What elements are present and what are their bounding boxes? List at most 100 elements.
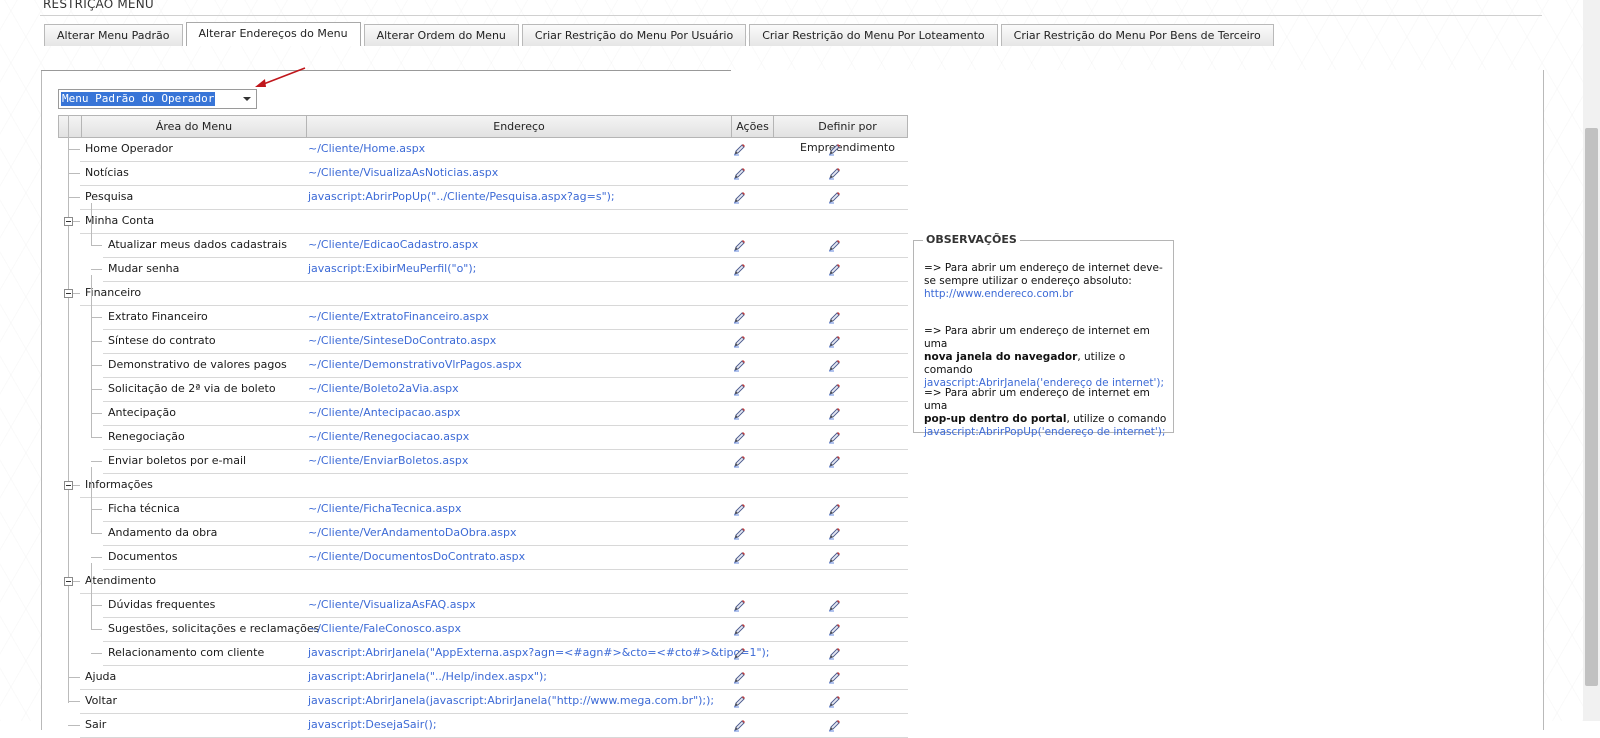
define-by-project-pencil-icon[interactable] (828, 527, 841, 540)
note1-text: => Para abrir um endereço de internet de… (924, 262, 1163, 287)
tree-line (91, 341, 102, 342)
edit-pencil-icon[interactable] (733, 239, 746, 252)
menu-address-link[interactable]: ~/Cliente/DocumentosDoContrato.aspx (308, 546, 525, 570)
menu-address-link[interactable]: javascript:ExibirMeuPerfil("o"); (308, 258, 476, 282)
menu-address-link[interactable]: ~/Cliente/EdicaoCadastro.aspx (308, 234, 478, 258)
collapse-icon[interactable] (64, 577, 73, 586)
edit-pencil-icon[interactable] (733, 335, 746, 348)
define-by-project-pencil-icon[interactable] (828, 359, 841, 372)
edit-pencil-icon[interactable] (733, 671, 746, 684)
menu-select-dropdown[interactable]: Menu Padrão do Operador (58, 89, 257, 109)
collapse-icon[interactable] (64, 481, 73, 490)
define-by-project-pencil-icon[interactable] (828, 263, 841, 276)
define-by-project-pencil-icon[interactable] (828, 599, 841, 612)
define-by-project-pencil-icon[interactable] (828, 143, 841, 156)
observations-title: OBSERVAÇÕES (923, 233, 1020, 246)
tree-line (91, 461, 102, 462)
edit-pencil-icon[interactable] (733, 623, 746, 636)
menu-address-grid: Área do Menu Endereço Ações Definir por … (58, 115, 908, 738)
table-row: Home Operador ~/Cliente/Home.aspx (58, 138, 908, 162)
menu-address-link[interactable]: javascript:AbrirJanela("../Help/index.as… (308, 666, 547, 690)
edit-pencil-icon[interactable] (733, 599, 746, 612)
menu-address-link[interactable]: ~/Cliente/FaleConosco.aspx (308, 618, 461, 642)
edit-pencil-icon[interactable] (733, 431, 746, 444)
menu-address-link[interactable]: ~/Cliente/ExtratoFinanceiro.aspx (308, 306, 489, 330)
menu-area-label: Enviar boletos por e-mail (108, 454, 247, 467)
observation-note-2: => Para abrir um endereço de internet em… (924, 325, 1169, 390)
define-by-project-pencil-icon[interactable] (828, 239, 841, 252)
page-title: RESTRIÇÃO MENU (43, 0, 154, 11)
collapse-icon[interactable] (64, 289, 73, 298)
tree-line (91, 653, 102, 654)
menu-address-link[interactable]: ~/Cliente/VisualizaAsFAQ.aspx (308, 594, 476, 618)
tree-line (91, 533, 102, 534)
tree-line (68, 197, 80, 198)
table-row: Solicitação de 2ª via de boleto ~/Cliente… (58, 378, 908, 402)
tab-alterar-menu-padrao[interactable]: Alterar Menu Padrão (44, 24, 183, 46)
edit-pencil-icon[interactable] (733, 455, 746, 468)
grid-header: Área do Menu Endereço Ações Definir por … (58, 115, 908, 154)
edit-pencil-icon[interactable] (733, 551, 746, 564)
edit-pencil-icon[interactable] (733, 647, 746, 660)
vertical-scrollbar[interactable] (1583, 0, 1600, 721)
tab-alterar-ordem-do-menu[interactable]: Alterar Ordem do Menu (363, 24, 519, 46)
edit-pencil-icon[interactable] (733, 143, 746, 156)
menu-address-link[interactable]: ~/Cliente/DemonstrativoVlrPagos.aspx (308, 354, 522, 378)
define-by-project-pencil-icon[interactable] (828, 623, 841, 636)
edit-pencil-icon[interactable] (733, 167, 746, 180)
scrollbar-thumb[interactable] (1585, 128, 1598, 686)
edit-pencil-icon[interactable] (733, 359, 746, 372)
menu-address-link[interactable]: ~/Cliente/FichaTecnica.aspx (308, 498, 462, 522)
tab-alterar-enderecos-do-menu[interactable]: Alterar Endereços do Menu (185, 22, 361, 46)
edit-pencil-icon[interactable] (733, 695, 746, 708)
tab-restricao-por-loteamento[interactable]: Criar Restrição do Menu Por Loteamento (749, 24, 998, 46)
menu-address-link[interactable]: javascript:DesejaSair(); (308, 714, 437, 738)
menu-area-label: Minha Conta (85, 214, 155, 227)
menu-address-link[interactable]: ~/Cliente/SinteseDoContrato.aspx (308, 330, 496, 354)
collapse-icon[interactable] (64, 217, 73, 226)
edit-pencil-icon[interactable] (733, 383, 746, 396)
menu-address-link[interactable]: ~/Cliente/EnviarBoletos.aspx (308, 450, 468, 474)
menu-address-link[interactable]: ~/Cliente/Boleto2aVia.aspx (308, 378, 459, 402)
define-by-project-pencil-icon[interactable] (828, 407, 841, 420)
tree-line (68, 173, 80, 174)
define-by-project-pencil-icon[interactable] (828, 335, 841, 348)
edit-pencil-icon[interactable] (733, 407, 746, 420)
tree-line (91, 437, 102, 438)
tab-restricao-por-bens-de-terceiro[interactable]: Criar Restrição do Menu Por Bens de Terc… (1000, 24, 1274, 46)
menu-address-link[interactable]: ~/Cliente/Home.aspx (308, 138, 425, 162)
edit-pencil-icon[interactable] (733, 191, 746, 204)
menu-address-link[interactable]: javascript:AbrirPopUp("../Cliente/Pesqui… (308, 186, 615, 210)
menu-area-label: Relacionamento com cliente (108, 646, 265, 659)
define-by-project-pencil-icon[interactable] (828, 311, 841, 324)
define-by-project-pencil-icon[interactable] (828, 191, 841, 204)
table-row: Antecipação ~/Cliente/Antecipacao.aspx (58, 402, 908, 426)
define-by-project-pencil-icon[interactable] (828, 671, 841, 684)
define-by-project-pencil-icon[interactable] (828, 431, 841, 444)
menu-address-link[interactable]: javascript:AbrirJanela(javascript:AbrirJ… (308, 690, 714, 714)
menu-address-link[interactable]: ~/Cliente/Antecipacao.aspx (308, 402, 460, 426)
tab-restricao-por-usuario[interactable]: Criar Restrição do Menu Por Usuário (521, 24, 747, 46)
edit-pencil-icon[interactable] (733, 311, 746, 324)
menu-address-link[interactable]: javascript:AbrirJanela("AppExterna.aspx?… (308, 642, 770, 666)
menu-address-link[interactable]: ~/Cliente/Renegociacao.aspx (308, 426, 469, 450)
define-by-project-pencil-icon[interactable] (828, 455, 841, 468)
menu-address-link[interactable]: ~/Cliente/VisualizaAsNoticias.aspx (308, 162, 498, 186)
define-by-project-pencil-icon[interactable] (828, 551, 841, 564)
define-by-project-pencil-icon[interactable] (828, 503, 841, 516)
edit-pencil-icon[interactable] (733, 527, 746, 540)
tree-line (73, 581, 80, 582)
define-by-project-pencil-icon[interactable] (828, 167, 841, 180)
menu-area-label: Renegociação (108, 430, 185, 443)
define-by-project-pencil-icon[interactable] (828, 383, 841, 396)
tree-line (68, 677, 80, 678)
define-by-project-pencil-icon[interactable] (828, 695, 841, 708)
define-by-project-pencil-icon[interactable] (828, 647, 841, 660)
edit-pencil-icon[interactable] (733, 263, 746, 276)
note2-bold: nova janela do navegador (924, 351, 1078, 363)
tree-line (91, 557, 102, 558)
menu-area-label: Financeiro (85, 286, 142, 299)
menu-area-label: Síntese do contrato (108, 334, 216, 347)
menu-address-link[interactable]: ~/Cliente/VerAndamentoDaObra.aspx (308, 522, 517, 546)
edit-pencil-icon[interactable] (733, 503, 746, 516)
